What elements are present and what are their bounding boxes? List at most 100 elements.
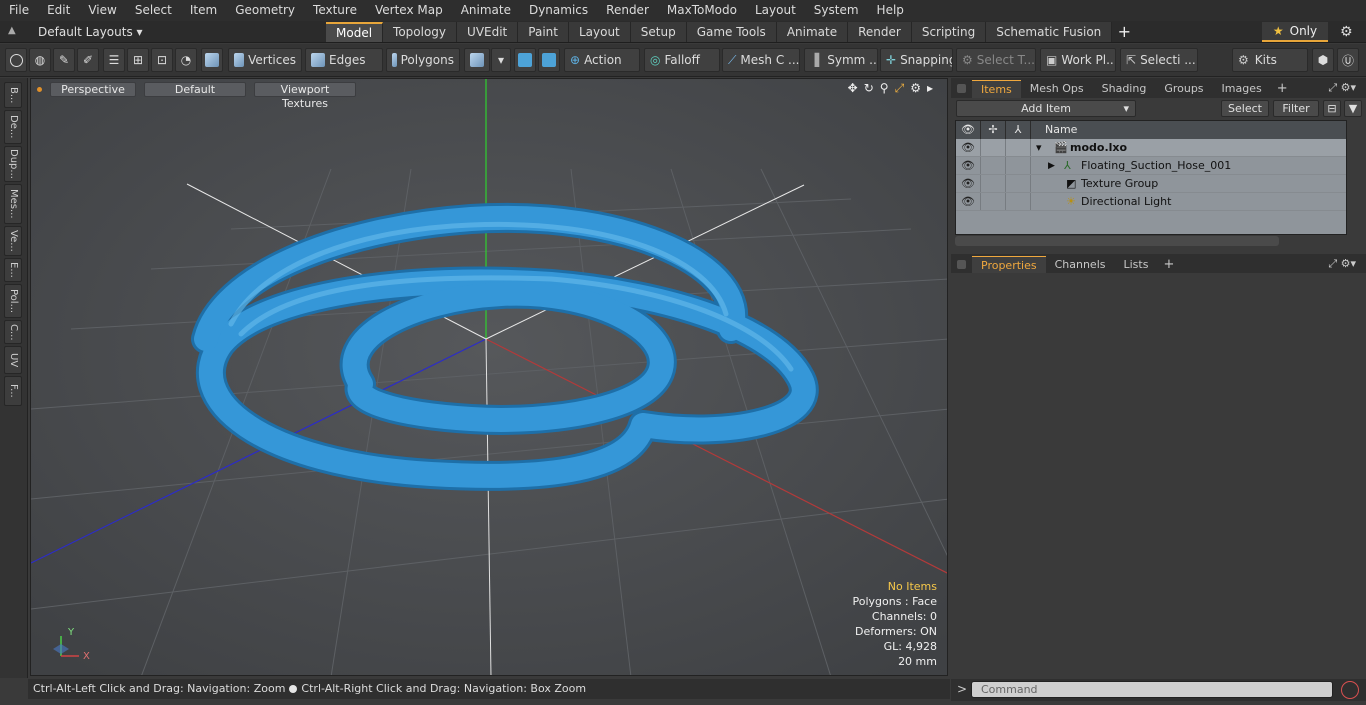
left-tab-deform[interactable]: De...: [4, 110, 22, 144]
add-panel-tab-button[interactable]: +: [1157, 256, 1180, 274]
tab-scripting[interactable]: Scripting: [911, 22, 987, 42]
left-tab-edge[interactable]: E...: [4, 258, 22, 282]
tab-groups[interactable]: Groups: [1155, 80, 1212, 98]
tab-mesh-ops[interactable]: Mesh Ops: [1021, 80, 1093, 98]
panel-menu-icon[interactable]: [957, 84, 966, 93]
filter-button[interactable]: Filter: [1273, 100, 1319, 117]
left-tab-duplicate[interactable]: Dup...: [4, 146, 22, 182]
add-item-button[interactable]: Add Item ▾: [956, 100, 1136, 117]
material-mode-button[interactable]: [464, 48, 490, 72]
gear-shield-button[interactable]: [514, 48, 536, 72]
lock-column-icon[interactable]: ✢: [981, 121, 1006, 139]
tree-horizontal-scrollbar[interactable]: [955, 236, 1279, 246]
polygons-button[interactable]: Polygons: [386, 48, 460, 72]
play-arrow-icon[interactable]: ▸: [927, 81, 933, 96]
edges-button[interactable]: Edges: [305, 48, 383, 72]
panel-expand-gear-icon[interactable]: ⤢ ⚙▾: [1328, 257, 1356, 271]
pen-button[interactable]: ✎: [53, 48, 75, 72]
viewport-textures-selector[interactable]: Viewport Textures: [254, 81, 356, 110]
maximize-icon[interactable]: ⤢: [895, 81, 905, 96]
menu-vertex-map[interactable]: Vertex Map: [366, 0, 452, 21]
pivot-button[interactable]: ⊡: [151, 48, 173, 72]
collapse-button[interactable]: ⊟: [1323, 100, 1341, 117]
viewport-menu-dot[interactable]: [37, 86, 42, 92]
expand-arrow-icon[interactable]: ▾: [1036, 139, 1042, 157]
record-stop-icon[interactable]: [1341, 681, 1359, 699]
menu-system[interactable]: System: [805, 0, 868, 21]
select-through-button[interactable]: ⚙ Select T...: [956, 48, 1036, 72]
tab-render[interactable]: Render: [848, 22, 912, 42]
rotate-icon[interactable]: ↻: [864, 81, 874, 96]
type-column-icon[interactable]: ⅄: [1006, 121, 1031, 139]
left-tab-vertex[interactable]: Ve...: [4, 226, 22, 256]
zoom-icon[interactable]: ⚲: [880, 81, 889, 96]
panel-expand-gear-icon[interactable]: ⤢ ⚙▾: [1328, 81, 1356, 95]
vertices-button[interactable]: Vertices: [228, 48, 302, 72]
3d-viewport[interactable]: Y X Perspective Default Viewport Texture…: [30, 78, 948, 676]
menu-render[interactable]: Render: [597, 0, 658, 21]
eye-icon[interactable]: 👁: [956, 175, 981, 192]
tab-model[interactable]: Model: [326, 22, 384, 42]
left-tab-polygon[interactable]: Pol...: [4, 284, 22, 318]
tab-uvedit[interactable]: UVEdit: [457, 22, 519, 42]
eye-icon[interactable]: 👁: [956, 157, 981, 174]
menu-layout[interactable]: Layout: [746, 0, 805, 21]
tab-topology[interactable]: Topology: [383, 22, 458, 42]
tree-row-mesh[interactable]: 👁 ▶ ⅄ Floating_Suction_Hose_001: [956, 157, 1346, 175]
left-tab-curve[interactable]: C...: [4, 320, 22, 344]
menu-maxtomodo[interactable]: MaxToModo: [658, 0, 746, 21]
only-toggle[interactable]: ★ Only: [1262, 22, 1328, 42]
tab-channels[interactable]: Channels: [1046, 256, 1115, 274]
tab-animate[interactable]: Animate: [776, 22, 849, 42]
menu-texture[interactable]: Texture: [304, 0, 366, 21]
tab-layout[interactable]: Layout: [568, 22, 631, 42]
action-center-button[interactable]: ⊕ Action: [564, 48, 640, 72]
menu-select[interactable]: Select: [126, 0, 181, 21]
menu-dynamics[interactable]: Dynamics: [520, 0, 597, 21]
menu-edit[interactable]: Edit: [38, 0, 79, 21]
menu-help[interactable]: Help: [868, 0, 913, 21]
eye-icon[interactable]: 👁: [956, 193, 981, 210]
pan-icon[interactable]: ✥: [848, 81, 858, 96]
left-tab-basic[interactable]: B...: [4, 82, 22, 108]
menu-file[interactable]: File: [0, 0, 38, 21]
tab-game-tools[interactable]: Game Tools: [686, 22, 777, 42]
tab-items[interactable]: Items: [972, 80, 1021, 98]
globe-button[interactable]: ◍: [29, 48, 51, 72]
unity-button[interactable]: ⬢: [1312, 48, 1334, 72]
tab-lists[interactable]: Lists: [1115, 256, 1158, 274]
funnel-button[interactable]: ▼: [1344, 100, 1362, 117]
menu-animate[interactable]: Animate: [452, 0, 520, 21]
kits-button[interactable]: ⚙ Kits: [1232, 48, 1308, 72]
command-input[interactable]: Command: [971, 681, 1333, 698]
add-panel-tab-button[interactable]: +: [1271, 80, 1294, 98]
unreal-button[interactable]: Ⓤ: [1337, 48, 1359, 72]
items-mode-button[interactable]: [201, 48, 223, 72]
tab-shading[interactable]: Shading: [1093, 80, 1156, 98]
gear-shield-button-2[interactable]: [538, 48, 560, 72]
expand-arrow-icon[interactable]: ▶: [1048, 157, 1055, 175]
material-dropdown[interactable]: ▾: [491, 48, 511, 72]
menu-view[interactable]: View: [79, 0, 125, 21]
selection-sets-button[interactable]: ⇱ Selecti ...: [1120, 48, 1198, 72]
brush-button[interactable]: ✐: [77, 48, 99, 72]
tab-paint[interactable]: Paint: [518, 22, 569, 42]
stack-button[interactable]: ☰: [103, 48, 125, 72]
tab-schematic-fusion[interactable]: Schematic Fusion: [986, 22, 1113, 42]
tab-setup[interactable]: Setup: [630, 22, 687, 42]
panel-menu-icon[interactable]: [957, 260, 966, 269]
tree-row-light[interactable]: 👁 ☀ Directional Light: [956, 193, 1346, 211]
tab-images[interactable]: Images: [1213, 80, 1271, 98]
falloff-button[interactable]: ◎ Falloff: [644, 48, 720, 72]
snapping-button[interactable]: ✛ Snapping: [880, 48, 953, 72]
select-circle-button[interactable]: [5, 48, 27, 72]
viewport-canvas[interactable]: Y X: [31, 79, 948, 676]
left-tab-uv[interactable]: UV: [4, 346, 22, 374]
view-type-selector[interactable]: Perspective: [50, 81, 136, 97]
menu-item[interactable]: Item: [181, 0, 226, 21]
center-button[interactable]: ⊞: [127, 48, 149, 72]
layout-selector[interactable]: Default Layouts ▾: [38, 23, 143, 41]
work-plane-button[interactable]: ▣ Work Pl...: [1040, 48, 1116, 72]
mesh-constraint-button[interactable]: ⟋ Mesh C ...: [722, 48, 800, 72]
menu-geometry[interactable]: Geometry: [226, 0, 304, 21]
